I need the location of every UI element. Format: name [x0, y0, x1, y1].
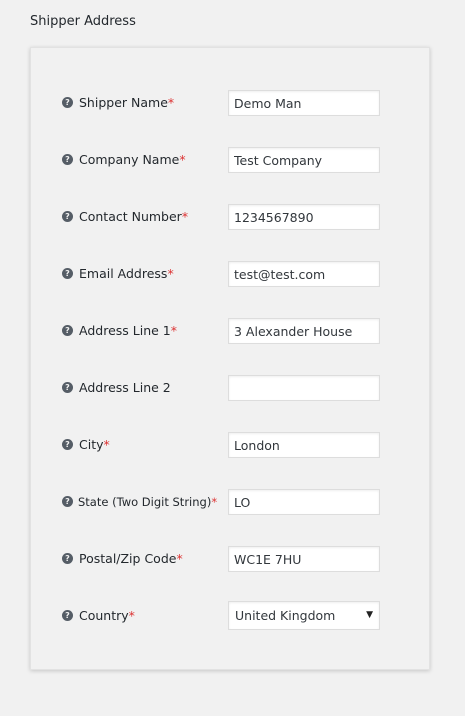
field-label: Email Address*	[79, 266, 174, 281]
field-row-country: ? Country* United Kingdom ▼	[31, 601, 429, 630]
field-label: Shipper Name*	[79, 95, 174, 110]
section-title: Shipper Address	[30, 14, 136, 29]
field-row-city: ? City*	[31, 432, 429, 458]
field-label: Address Line 2	[79, 380, 171, 395]
field-row-email-address: ? Email Address*	[31, 261, 429, 287]
field-row-address-line-2: ? Address Line 2	[31, 375, 429, 401]
field-label: Address Line 1*	[79, 323, 177, 338]
company-name-input[interactable]	[228, 147, 380, 173]
shipper-name-input[interactable]	[228, 90, 380, 116]
required-marker: *	[167, 266, 174, 281]
field-label-text: Address Line 2	[79, 380, 171, 395]
required-marker: *	[167, 95, 175, 110]
field-label-text: Shipper Name	[79, 95, 168, 110]
required-marker: *	[128, 608, 135, 623]
help-icon[interactable]: ?	[62, 154, 73, 165]
required-marker: *	[211, 495, 218, 509]
field-row-contact-number: ? Contact Number*	[31, 204, 429, 230]
contact-number-input[interactable]	[228, 204, 380, 230]
help-icon[interactable]: ?	[62, 211, 73, 222]
dropdown-arrow-icon: ▼	[366, 610, 373, 620]
required-marker: *	[176, 551, 183, 566]
country-select-value: United Kingdom	[235, 608, 336, 623]
help-icon[interactable]: ?	[62, 325, 73, 336]
field-label-text: Contact Number	[79, 209, 182, 224]
field-label-text: Postal/Zip Code	[79, 551, 177, 566]
field-label: State (Two Digit String)*	[78, 495, 217, 509]
field-label-text: Company Name	[79, 152, 180, 167]
help-icon[interactable]: ?	[62, 382, 73, 393]
field-label: Contact Number*	[79, 209, 188, 224]
field-row-postal-code: ? Postal/Zip Code*	[31, 546, 429, 572]
city-input[interactable]	[228, 432, 380, 458]
field-row-state: ? State (Two Digit String)*	[31, 489, 429, 515]
help-icon[interactable]: ?	[62, 268, 73, 279]
help-icon[interactable]: ?	[62, 439, 73, 450]
field-row-company-name: ? Company Name*	[31, 147, 429, 173]
field-label-text: City	[79, 437, 104, 452]
shipper-address-panel: ? Shipper Name* ? Company Name* ? Contac…	[30, 47, 430, 670]
field-label-text: Country	[79, 608, 129, 623]
email-address-input[interactable]	[228, 261, 380, 287]
help-icon[interactable]: ?	[62, 610, 73, 621]
required-marker: *	[170, 323, 177, 338]
address-line-1-input[interactable]	[228, 318, 380, 344]
field-label: Company Name*	[79, 152, 186, 167]
help-icon[interactable]: ?	[62, 496, 73, 507]
field-row-address-line-1: ? Address Line 1*	[31, 318, 429, 344]
country-select[interactable]: United Kingdom ▼	[228, 601, 380, 630]
field-label: Country*	[79, 608, 135, 623]
field-row-shipper-name: ? Shipper Name*	[31, 90, 429, 116]
required-marker: *	[181, 209, 189, 224]
required-marker: *	[103, 437, 110, 452]
help-icon[interactable]: ?	[62, 553, 73, 564]
required-marker: *	[179, 152, 186, 167]
field-label: City*	[79, 437, 110, 452]
address-line-2-input[interactable]	[228, 375, 380, 401]
help-icon[interactable]: ?	[62, 97, 73, 108]
postal-code-input[interactable]	[228, 546, 380, 572]
field-label-text: Address Line 1	[79, 323, 171, 338]
state-input[interactable]	[228, 489, 380, 515]
field-label-text: State (Two Digit String)	[78, 495, 212, 509]
field-label-text: Email Address	[79, 266, 168, 281]
field-label: Postal/Zip Code*	[79, 551, 183, 566]
